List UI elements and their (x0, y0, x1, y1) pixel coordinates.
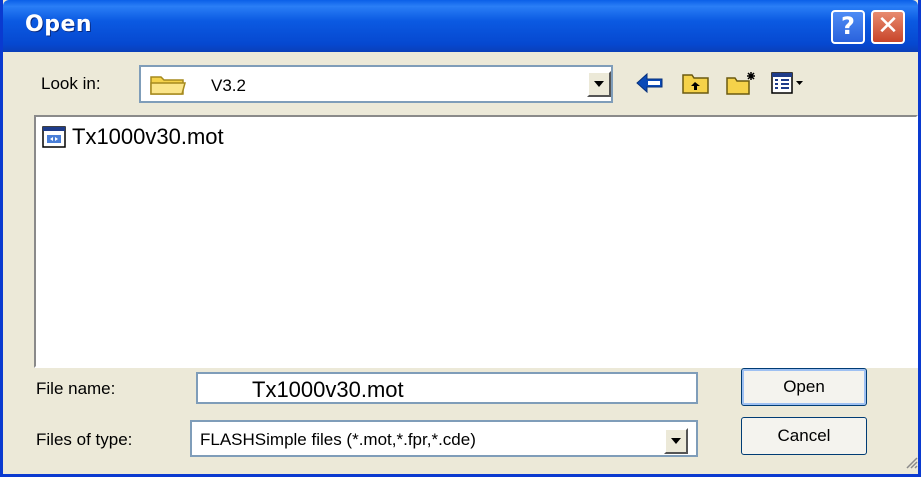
cancel-button[interactable]: Cancel (741, 417, 867, 455)
chevron-down-icon (594, 81, 604, 87)
file-list[interactable]: Tx1000v30.mot (34, 115, 918, 368)
lookin-label: Look in: (41, 74, 101, 93)
open-dialog: Open ? ✕ Look in: V3.2 Tx1000v30.mot Fil… (0, 0, 921, 477)
filetype-label: Files of type: (36, 430, 133, 449)
close-button[interactable]: ✕ (871, 10, 905, 44)
filename-input[interactable]: Tx1000v30.mot (196, 372, 698, 404)
lookin-dropdown-button[interactable] (587, 71, 611, 97)
help-button[interactable]: ? (831, 10, 865, 44)
lookin-dropdown[interactable]: V3.2 (139, 65, 613, 103)
up-one-level-icon[interactable] (681, 70, 711, 101)
file-name: Tx1000v30.mot (72, 124, 224, 149)
view-menu-icon[interactable] (770, 70, 806, 101)
filetype-dropdown[interactable]: FLASHSimple files (*.mot,*.fpr,*.cde) (190, 420, 698, 457)
folder-icon (149, 73, 189, 102)
filetype-value: FLASHSimple files (*.mot,*.fpr,*.cde) (200, 430, 476, 449)
mot-file-icon (42, 126, 66, 153)
back-arrow-icon[interactable] (635, 70, 665, 101)
new-folder-icon[interactable] (725, 70, 759, 101)
open-button[interactable]: Open (741, 368, 867, 406)
chevron-down-icon (671, 438, 681, 444)
window-title: Open (25, 12, 93, 37)
filetype-dropdown-button[interactable] (664, 428, 688, 454)
lookin-value: V3.2 (211, 76, 246, 95)
title-bar[interactable]: Open ? ✕ (3, 0, 918, 52)
filename-label: File name: (36, 379, 116, 398)
resize-grip-icon[interactable] (904, 455, 918, 474)
filename-value: Tx1000v30.mot (252, 377, 404, 402)
